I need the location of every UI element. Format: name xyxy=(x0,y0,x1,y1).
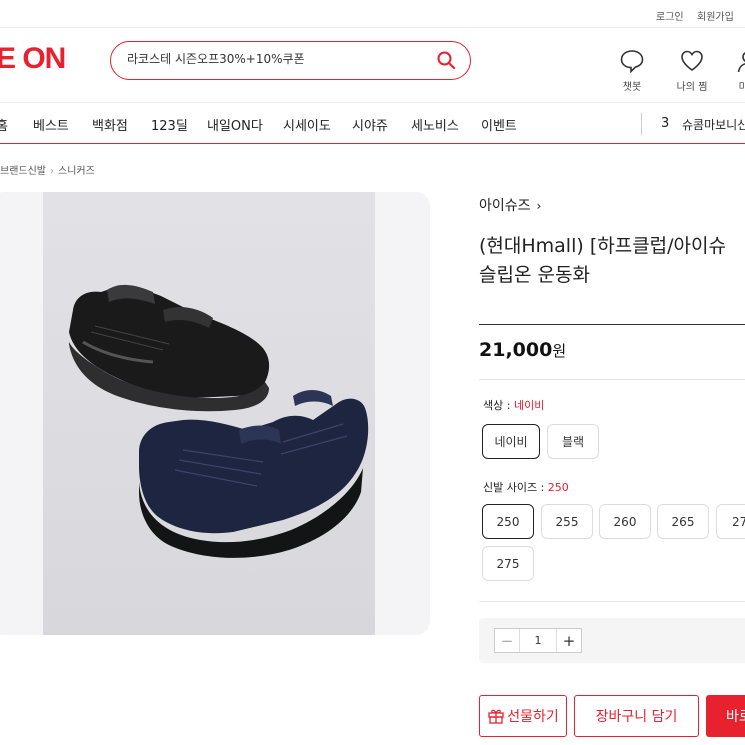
search-box xyxy=(110,41,471,80)
size-option-label: 신발 사이즈 : 250 xyxy=(483,479,569,495)
size-option-text: 260 xyxy=(613,514,637,529)
size-option-255[interactable]: 255 xyxy=(541,504,593,539)
cart-label: 장바구니 담기 xyxy=(595,709,678,725)
wishlist-button[interactable]: 나의 찜 xyxy=(671,48,713,93)
divider xyxy=(479,324,745,325)
size-option-text: 265 xyxy=(671,514,695,529)
heart-icon xyxy=(681,50,703,71)
black-shoe xyxy=(69,284,270,412)
divider xyxy=(479,379,745,380)
logo-text: E ON xyxy=(0,42,66,75)
selected-color: 네이비 xyxy=(513,399,545,412)
decrease-button[interactable]: − xyxy=(495,629,520,652)
size-label-text: 신발 사이즈 : xyxy=(483,481,548,494)
nav-item-best[interactable]: 베스트 xyxy=(33,115,69,134)
product-title-line: (현대Hmall) [하프클럽/아이슈 xyxy=(479,235,726,257)
nav-item-123deal[interactable]: 123딜 xyxy=(151,115,188,134)
quantity-value[interactable]: 1 xyxy=(520,629,556,652)
size-option-260[interactable]: 260 xyxy=(599,504,651,539)
top-links-bar: 로그인 회원가입 xyxy=(0,0,745,28)
site-logo[interactable]: E ON xyxy=(0,42,66,76)
nav-item-siyaju[interactable]: 시야쥬 xyxy=(352,115,388,134)
gift-button[interactable]: 선물하기 xyxy=(479,695,567,737)
signup-link[interactable]: 회원가입 xyxy=(697,8,734,23)
color-option-navy[interactable]: 네이비 xyxy=(482,424,540,459)
size-option-270[interactable]: 270 xyxy=(716,504,745,539)
size-option-275[interactable]: 275 xyxy=(482,546,534,581)
color-option-label: 블랙 xyxy=(561,435,585,449)
selected-size: 250 xyxy=(547,481,569,494)
nav-item-senobis[interactable]: 세노비스 xyxy=(411,115,459,134)
chatbot-button[interactable]: 챗봇 xyxy=(613,48,651,93)
nav-divider xyxy=(641,113,642,135)
product-title-line: 슬립온 운동화 xyxy=(479,264,590,286)
color-label-text: 색상 : xyxy=(483,399,514,412)
global-nav: 홈 베스트 백화점 123딜 내일ON다 시세이도 시야쥬 세노비스 이벤트 3… xyxy=(0,102,745,144)
search-icon[interactable] xyxy=(436,50,456,70)
divider xyxy=(479,601,745,602)
product-title: (현대Hmall) [하프클럽/아이슈 슬립온 운동화 xyxy=(479,232,745,290)
chatbot-label: 챗봇 xyxy=(622,82,642,93)
size-option-text: 255 xyxy=(555,514,579,529)
size-option-text: 270 xyxy=(732,514,745,529)
price-currency: 원 xyxy=(552,342,567,360)
person-icon xyxy=(737,52,745,73)
nav-item-home[interactable]: 홈 xyxy=(0,115,8,134)
size-option-250[interactable]: 250 xyxy=(482,504,534,539)
nav-item-department[interactable]: 백화점 xyxy=(92,115,128,134)
color-option-label: 색상 : 네이비 xyxy=(483,397,544,413)
size-option-text: 250 xyxy=(496,514,520,529)
shoes-illustration xyxy=(69,284,369,558)
gift-label: 선물하기 xyxy=(507,709,559,725)
add-to-cart-button[interactable]: 장바구니 담기 xyxy=(574,695,699,737)
nav-item-shiseido[interactable]: 시세이도 xyxy=(283,115,331,134)
size-option-265[interactable]: 265 xyxy=(657,504,709,539)
buy-now-button[interactable]: 바로구매 xyxy=(706,695,745,737)
mypage-label: 마이 xyxy=(738,82,745,93)
color-option-black[interactable]: 블랙 xyxy=(547,424,599,459)
brand-name: 아이슈즈 xyxy=(479,198,531,214)
buy-label: 바로구매 xyxy=(726,709,745,725)
increase-button[interactable]: + xyxy=(556,629,581,652)
quantity-area: − 1 + xyxy=(479,618,745,663)
navy-shoe xyxy=(139,390,369,558)
login-link[interactable]: 로그인 xyxy=(656,8,684,23)
nav-item-event[interactable]: 이벤트 xyxy=(481,115,517,134)
nav-item-tomorrow-on[interactable]: 내일ON다 xyxy=(207,115,263,134)
chat-bubble-icon xyxy=(620,50,644,74)
product-image[interactable] xyxy=(43,192,375,635)
quantity-stepper: − 1 + xyxy=(494,628,582,653)
brand-link[interactable]: 아이슈즈 › xyxy=(479,195,541,215)
wishlist-label: 나의 찜 xyxy=(676,82,708,93)
size-option-text: 275 xyxy=(496,556,520,571)
product-gallery xyxy=(0,192,430,635)
chevron-right-icon: › xyxy=(50,166,54,177)
color-option-label: 네이비 xyxy=(494,435,528,449)
product-price: 21,000원 xyxy=(479,339,566,361)
chevron-right-icon: › xyxy=(536,199,542,213)
search-input[interactable] xyxy=(127,51,427,65)
breadcrumb-item[interactable]: 브랜드신발 xyxy=(0,166,46,177)
popular-search-term[interactable]: 슈콤마보니신 xyxy=(682,116,745,133)
gift-icon xyxy=(488,709,504,724)
popular-rank-number: 3 xyxy=(661,116,670,131)
price-value: 21,000 xyxy=(479,339,553,361)
breadcrumb: 브랜드신발 › 스니커즈 xyxy=(0,162,95,177)
mypage-button[interactable]: 마이 xyxy=(728,48,745,93)
breadcrumb-item[interactable]: 스니커즈 xyxy=(58,166,95,177)
